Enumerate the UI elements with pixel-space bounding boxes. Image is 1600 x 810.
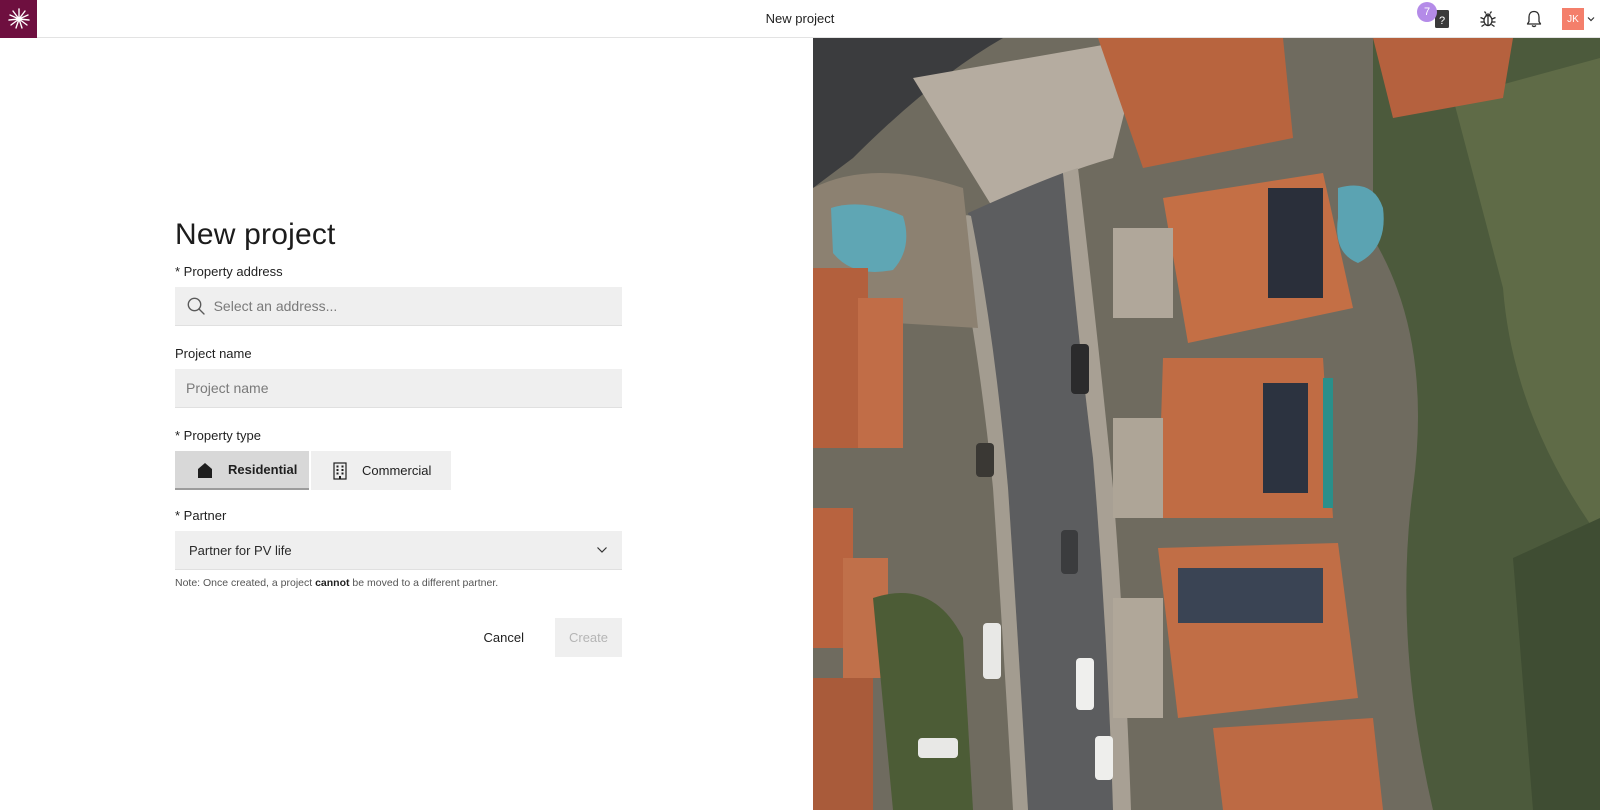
page-title: New project [175,218,336,251]
help-badge: 7 [1417,2,1437,22]
property-address-field[interactable] [175,287,622,326]
property-type-toggle: Residential Commercial [175,451,622,490]
svg-text:?: ? [1439,15,1445,27]
note-suffix: be moved to a different partner. [349,577,499,589]
project-name-label: Project name [175,346,252,361]
page-header-title: New project [765,11,835,26]
cancel-button[interactable]: Cancel [474,618,534,657]
aerial-neighborhood-image [813,38,1600,810]
bell-icon [1526,10,1542,28]
building-icon [332,461,348,480]
chevron-down-icon [597,547,607,553]
partner-select[interactable]: Partner for PV life [175,531,622,570]
create-button[interactable]: Create [555,618,622,657]
partner-selected-value: Partner for PV life [189,542,292,558]
top-bar: New project ? 7 JK [0,0,1600,38]
chevron-down-icon [1587,17,1595,22]
property-address-input[interactable] [213,298,611,314]
search-icon [186,295,207,317]
new-project-form: New project * Property address Project n… [175,218,622,658]
partner-label: * Partner [175,508,227,523]
bug-icon [1480,11,1496,28]
notifications-button[interactable] [1522,7,1546,31]
note-prefix: Note: Once created, a project [175,577,316,589]
home-icon [196,461,214,479]
property-type-commercial[interactable]: Commercial [311,451,451,490]
note-emphasis: cannot [315,577,350,589]
avatar: JK [1562,8,1584,30]
residential-label: Residential [228,462,298,477]
property-type-label: * Property type [175,428,261,443]
project-name-field[interactable] [175,369,622,408]
property-address-label: * Property address [175,264,283,279]
user-menu[interactable]: JK [1562,8,1595,30]
form-actions: Cancel Create [175,618,622,658]
commercial-label: Commercial [362,463,432,478]
property-type-residential[interactable]: Residential [175,451,309,490]
partner-note: Note: Once created, a project cannot be … [175,577,622,589]
project-name-input[interactable] [186,380,611,396]
report-bug-button[interactable] [1476,7,1500,31]
